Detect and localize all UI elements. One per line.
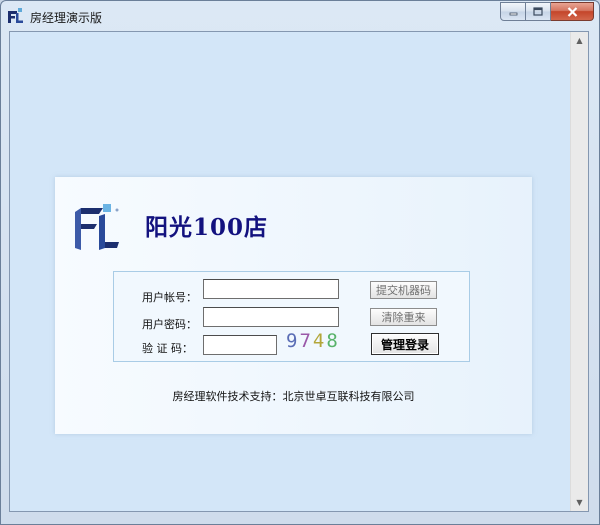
captcha-digit: 7 bbox=[299, 330, 313, 352]
login-panel: 阳光100店 用户帐号： 提交机器码 用户密码： 清除重来 验 证 码： 9 7… bbox=[55, 177, 532, 434]
window-title: 房经理演示版 bbox=[30, 11, 103, 25]
captcha-image[interactable]: 9 7 4 8 bbox=[286, 330, 340, 352]
captcha-digit: 4 bbox=[312, 330, 327, 352]
scroll-up-button[interactable]: ▲ bbox=[571, 32, 588, 49]
fl-logo-icon bbox=[8, 8, 23, 23]
app-window: 房经理演示版 阳光100店 用户帐号： 提交机器码 用户密码： 清除重来 验 证… bbox=[0, 0, 600, 525]
minimize-icon bbox=[509, 12, 517, 16]
captcha-input[interactable] bbox=[203, 335, 277, 355]
vertical-scrollbar[interactable]: ▲ ▼ bbox=[570, 32, 588, 511]
admin-login-button[interactable]: 管理登录 bbox=[371, 333, 439, 355]
password-input[interactable] bbox=[203, 307, 339, 327]
minimize-button[interactable] bbox=[500, 2, 526, 21]
brand-name: 阳光100店 bbox=[145, 214, 269, 241]
maximize-button[interactable] bbox=[526, 2, 551, 21]
window-controls bbox=[500, 2, 594, 21]
account-label: 用户帐号： bbox=[142, 291, 197, 304]
scroll-down-button[interactable]: ▼ bbox=[571, 494, 588, 511]
close-icon bbox=[567, 6, 577, 17]
clear-reset-button[interactable]: 清除重来 bbox=[370, 308, 437, 326]
support-footer: 房经理软件技术支持：北京世卓互联科技有限公司 bbox=[172, 390, 415, 403]
submit-machine-code-button[interactable]: 提交机器码 bbox=[370, 281, 437, 299]
captcha-label: 验 证 码： bbox=[142, 342, 193, 355]
scroll-up-arrow-icon: ▲ bbox=[576, 36, 583, 45]
client-area: 阳光100店 用户帐号： 提交机器码 用户密码： 清除重来 验 证 码： 9 7… bbox=[9, 31, 589, 512]
login-form: 用户帐号： 提交机器码 用户密码： 清除重来 验 证 码： 9 7 4 8 管理… bbox=[113, 271, 470, 362]
maximize-icon bbox=[533, 7, 543, 16]
captcha-digit: 8 bbox=[326, 330, 340, 352]
fl-logo-icon bbox=[75, 204, 119, 250]
captcha-digit: 9 bbox=[286, 330, 300, 352]
password-label: 用户密码： bbox=[142, 318, 197, 331]
scroll-down-arrow-icon: ▼ bbox=[576, 498, 583, 507]
close-button[interactable] bbox=[551, 2, 594, 21]
account-input[interactable] bbox=[203, 279, 339, 299]
title-bar[interactable]: 房经理演示版 bbox=[1, 1, 599, 31]
